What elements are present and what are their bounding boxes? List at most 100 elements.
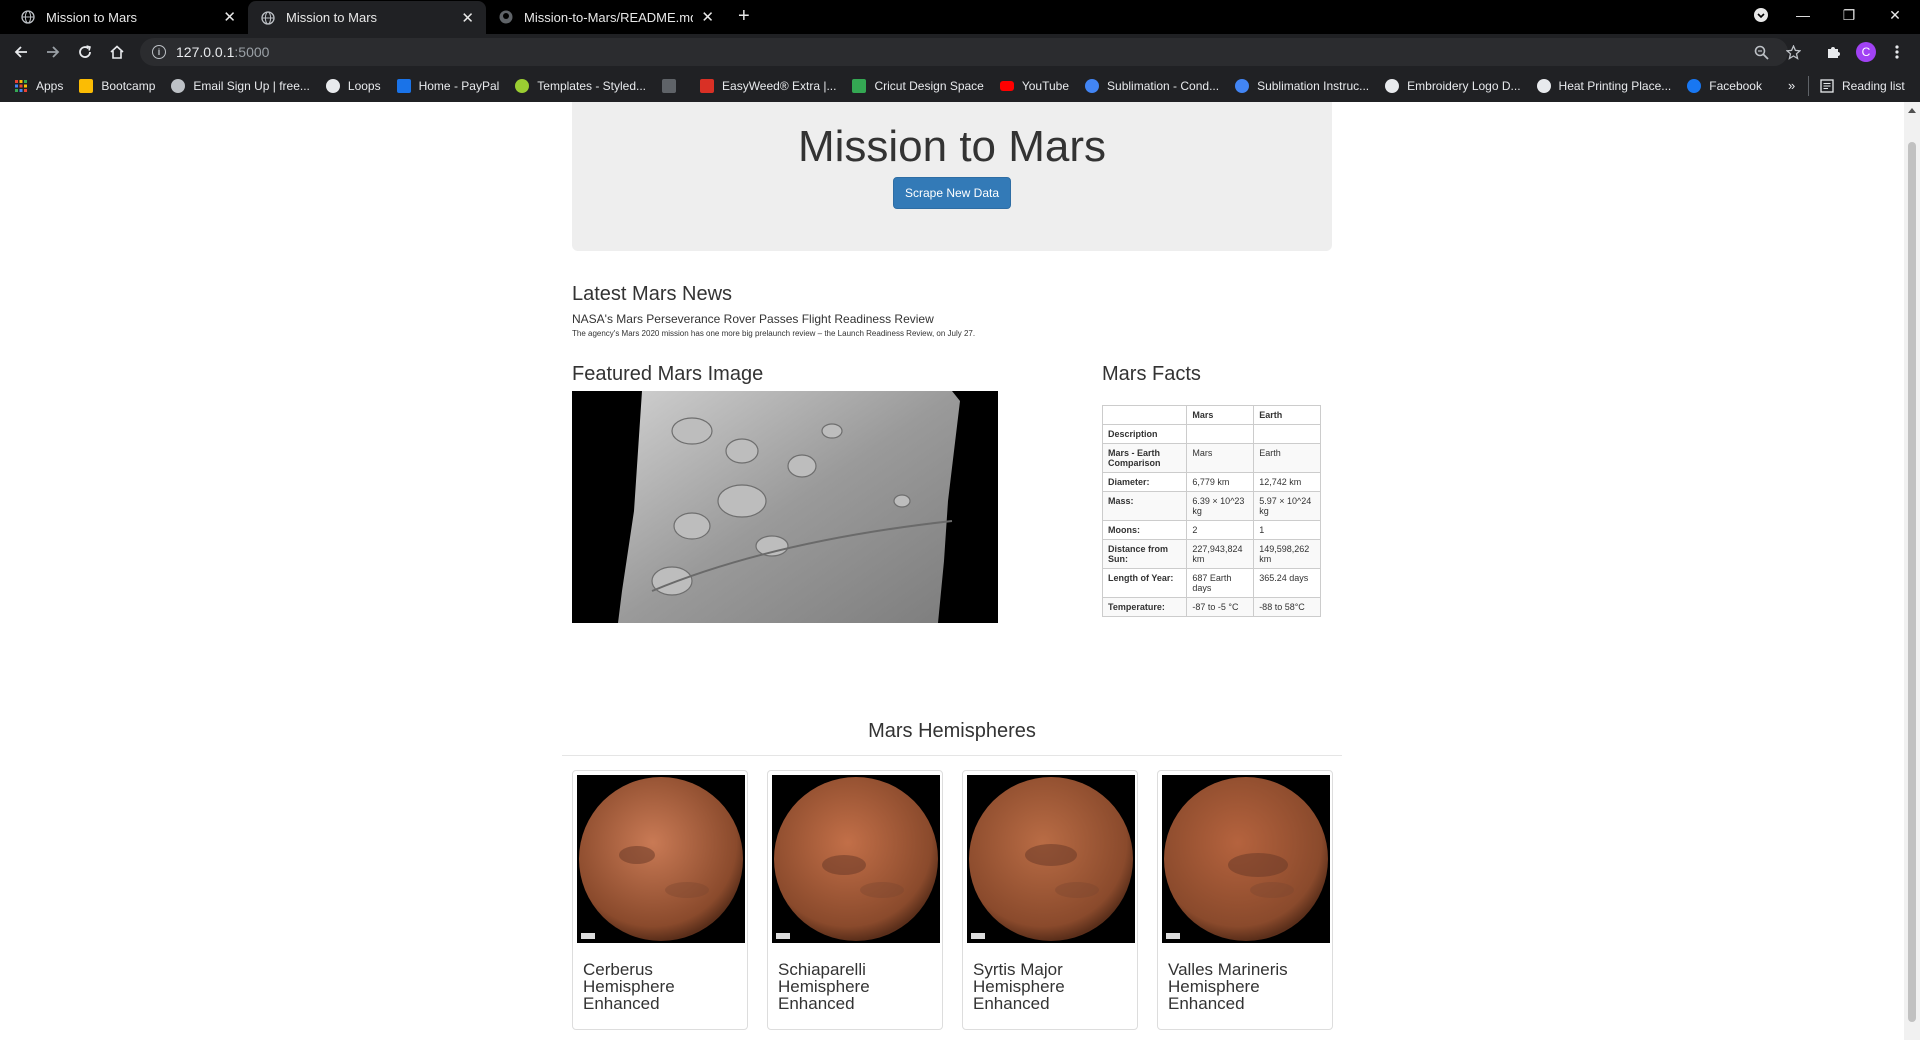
table-cell: Mars <box>1186 443 1255 473</box>
hemisphere-title[interactable]: Cerberus Hemisphere Enhanced <box>583 961 743 1012</box>
reload-button[interactable] <box>74 41 96 63</box>
bookmark-label: Cricut Design Space <box>874 79 984 93</box>
close-icon[interactable]: ✕ <box>701 8 714 26</box>
profile-avatar[interactable]: C <box>1856 42 1876 62</box>
row-label: Diameter: <box>1101 472 1188 492</box>
hemisphere-title[interactable]: Valles Marineris Hemisphere Enhanced <box>1168 961 1328 1012</box>
scrollbar-thumb[interactable] <box>1908 142 1916 1022</box>
table-header-row: Mars Earth <box>1101 405 1321 425</box>
info-icon[interactable]: i <box>152 45 166 59</box>
bookmark-item[interactable]: Cricut Design Space <box>852 79 984 93</box>
address-bar[interactable]: i 127.0.0.1:5000 <box>140 38 1788 66</box>
scroll-up-arrow-icon[interactable] <box>1908 108 1916 113</box>
minimize-button[interactable]: — <box>1780 0 1826 30</box>
site-icon <box>1085 79 1100 93</box>
news-paragraph: The agency's Mars 2020 mission has one m… <box>572 329 976 338</box>
reading-list-label: Reading list <box>1842 79 1905 93</box>
zoom-icon[interactable] <box>1750 41 1772 63</box>
table-row: Distance from Sun: 227,943,824 km 149,598,… <box>1101 539 1321 569</box>
hemisphere-card[interactable]: Cerberus Hemisphere Enhanced <box>572 770 748 1030</box>
bookmark-item[interactable]: EasyWeed® Extra |... <box>700 79 836 93</box>
back-button[interactable] <box>10 41 32 63</box>
featured-image-heading: Featured Mars Image <box>572 363 764 385</box>
bookmark-item[interactable]: YouTube <box>999 79 1069 93</box>
hemisphere-image[interactable] <box>967 775 1135 943</box>
bookmark-label: Loops <box>347 79 381 93</box>
site-icon <box>171 79 186 93</box>
scrape-new-data-button[interactable]: Scrape New Data <box>893 177 1011 209</box>
reload-icon <box>79 45 91 58</box>
table-row: Temperature: -87 to -5 °C -88 to 58°C <box>1101 597 1321 617</box>
close-icon[interactable]: ✕ <box>461 9 474 27</box>
bookmark-label: Email Sign Up | free... <box>193 79 310 93</box>
bookmark-label: Templates - Styled... <box>537 79 647 93</box>
table-row: Length of Year: 687 Earth days 365.24 days <box>1101 568 1321 598</box>
bookmarks-overflow-chevron-icon[interactable]: » <box>1788 78 1795 93</box>
tab-strip: Mission to Mars ✕ Mission to Mars ✕ Miss… <box>0 0 1920 34</box>
bookmark-item[interactable]: Home - PayPal <box>396 79 499 93</box>
table-cell: 6.39 × 10^23 kg <box>1186 491 1255 521</box>
table-row: Moons: 2 1 <box>1101 520 1321 540</box>
bookmark-star-icon[interactable] <box>1782 41 1804 63</box>
bookmark-item[interactable]: Email Sign Up | free... <box>171 79 310 93</box>
bookmark-label: Embroidery Logo D... <box>1407 79 1521 93</box>
tab-search-button[interactable] <box>1738 0 1784 30</box>
page-scrollbar[interactable] <box>1904 102 1920 1040</box>
table-row: Diameter: 6,779 km 12,742 km <box>1101 472 1321 492</box>
hemisphere-card[interactable]: Syrtis Major Hemisphere Enhanced <box>962 770 1138 1030</box>
bookmark-label: Sublimation Instruc... <box>1257 79 1370 93</box>
bookmark-label: EasyWeed® Extra |... <box>722 79 837 93</box>
hemisphere-title[interactable]: Syrtis Major Hemisphere Enhanced <box>973 961 1133 1012</box>
url-host: 127.0.0.1 <box>176 44 235 60</box>
s-icon <box>700 79 715 93</box>
bookmark-item[interactable]: Facebook <box>1687 79 1762 93</box>
bookmark-item[interactable]: Templates - Styled... <box>515 79 646 93</box>
bookmark-item[interactable]: Embroidery Logo D... <box>1385 79 1521 93</box>
table-row: Mass: 6.39 × 10^23 kg 5.97 × 10^24 kg <box>1101 491 1321 521</box>
hemisphere-title[interactable]: Schiaparelli Hemisphere Enhanced <box>778 961 938 1012</box>
bookmark-item[interactable]: Loops <box>325 79 381 93</box>
forward-button[interactable] <box>42 41 64 63</box>
c-icon <box>852 79 867 93</box>
bookmark-label: Facebook <box>1709 79 1762 93</box>
restore-button[interactable]: ❐ <box>1826 0 1872 30</box>
row-label: Mars - Earth Comparison <box>1101 443 1188 473</box>
table-cell: 365.24 days <box>1253 568 1321 598</box>
bookmark-item[interactable]: Bootcamp <box>79 79 155 93</box>
home-button[interactable] <box>106 41 128 63</box>
tab-title: Mission to Mars <box>46 9 138 25</box>
hemisphere-image[interactable] <box>577 775 745 943</box>
bookmark-item[interactable] <box>662 79 684 93</box>
new-tab-button[interactable]: + <box>738 6 750 26</box>
bookmark-item[interactable]: Sublimation Instruc... <box>1235 79 1369 93</box>
tab-mission-to-mars-1[interactable]: Mission to Mars ✕ <box>8 0 248 34</box>
hemisphere-card[interactable]: Schiaparelli Hemisphere Enhanced <box>767 770 943 1030</box>
window-close-button[interactable]: ✕ <box>1872 0 1918 30</box>
divider <box>1808 76 1809 96</box>
hemisphere-card[interactable]: Valles Marineris Hemisphere Enhanced <box>1157 770 1333 1030</box>
bookmark-label: Heat Printing Place... <box>1558 79 1672 93</box>
bookmark-item[interactable]: Sublimation - Cond... <box>1085 79 1219 93</box>
hemisphere-image[interactable] <box>772 775 940 943</box>
table-cell: 1 <box>1253 520 1321 540</box>
table-cell: -88 to 58°C <box>1253 597 1321 617</box>
home-icon <box>110 45 124 59</box>
site-icon <box>515 79 530 93</box>
hemisphere-image[interactable] <box>1162 775 1330 943</box>
menu-kebab-icon[interactable] <box>1886 41 1908 63</box>
tab-readme[interactable]: Mission-to-Mars/README.md at ✕ <box>486 0 726 34</box>
bookmark-item[interactable]: Heat Printing Place... <box>1536 79 1672 93</box>
bookmark-item[interactable]: Apps <box>14 79 63 93</box>
row-label: Distance from Sun: <box>1101 539 1188 569</box>
close-icon[interactable]: ✕ <box>223 8 236 26</box>
reading-list-button[interactable]: Reading list <box>1820 70 1905 102</box>
tab-mission-to-mars-2[interactable]: Mission to Mars ✕ <box>248 1 486 34</box>
bookmark-label: Sublimation - Cond... <box>1107 79 1220 93</box>
page-title: Mission to Mars <box>797 122 1107 171</box>
folder-icon <box>79 79 94 93</box>
table-cell <box>1186 424 1255 444</box>
row-label: Temperature: <box>1101 597 1188 617</box>
forward-arrow-icon <box>47 46 60 58</box>
extensions-puzzle-icon[interactable] <box>1822 41 1844 63</box>
tab-title: Mission-to-Mars/README.md at <box>524 9 694 25</box>
